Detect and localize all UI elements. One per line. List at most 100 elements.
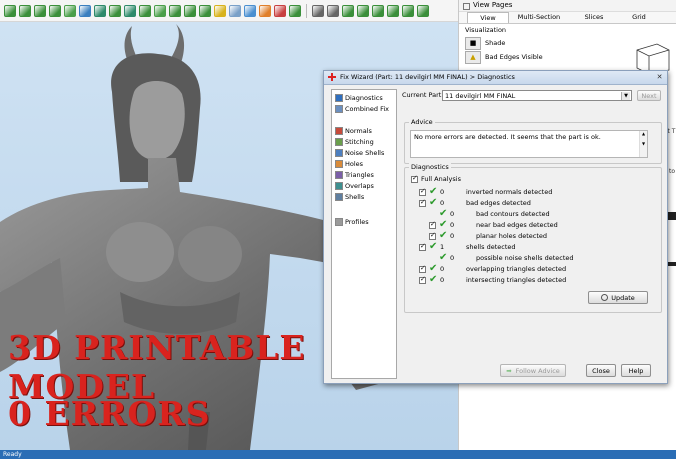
toolbar-tool-icon[interactable] (139, 4, 151, 17)
follow-advice-button[interactable]: ➡ Follow Advice (500, 364, 566, 377)
diagnostic-checkbox[interactable] (429, 220, 436, 229)
toolbar-tool-icon[interactable] (244, 4, 256, 17)
diagnostic-row[interactable]: ✔0 bad edges detected (419, 198, 531, 208)
nav-item-shells[interactable]: Shells (332, 191, 364, 202)
close-icon[interactable]: ✕ (655, 73, 664, 81)
toolbar-tool-icon[interactable] (327, 4, 339, 17)
update-button[interactable]: Update (588, 291, 648, 304)
tab-slices[interactable]: Slices (569, 12, 619, 23)
nav-item-label: Profiles (345, 217, 369, 226)
nav-item-holes[interactable]: Holes (332, 158, 363, 169)
toolbar-tool-icon[interactable] (274, 4, 286, 17)
toolbar-tool-icon[interactable] (402, 4, 414, 17)
nav-item-normals[interactable]: Normals (332, 125, 372, 136)
diagnostic-count: 0 (450, 221, 455, 229)
diagnostic-count: 0 (440, 199, 445, 207)
toolbar-tool-icon[interactable] (342, 4, 354, 17)
nav-item-combined-fix[interactable]: Combined Fix (332, 103, 389, 114)
diagnostic-checkbox[interactable] (419, 264, 426, 273)
check-ok-icon: ✔ (429, 274, 438, 285)
nav-item-noise-shells[interactable]: Noise Shells (332, 147, 384, 158)
diagnostic-label: planar holes detected (476, 232, 548, 240)
toolbar-tool-icon[interactable] (199, 4, 211, 17)
diagnostic-row[interactable]: ✔1 shells detected (419, 242, 516, 252)
diagnostic-row[interactable]: ✔0 overlapping triangles detected (419, 264, 566, 274)
diagnostic-row[interactable]: ✔0 near bad edges detected (429, 220, 558, 230)
diagnostic-checkbox[interactable] (429, 231, 436, 240)
shade-label: Shade (485, 39, 506, 47)
nav-item-label: Overlaps (345, 181, 374, 190)
toolbar-tool-icon[interactable] (387, 4, 399, 17)
full-analysis-checkbox[interactable] (411, 174, 418, 183)
toolbar-tool-icon[interactable] (312, 4, 324, 17)
overlaps-icon (335, 181, 343, 190)
toolbar-tool-icon[interactable] (34, 4, 46, 17)
close-button[interactable]: Close (586, 364, 616, 377)
tab-view[interactable]: View (467, 12, 509, 23)
nav-item-label: Triangles (345, 170, 374, 179)
diagnostic-row[interactable]: ✔0 inverted normals detected (419, 187, 552, 197)
chevron-down-icon[interactable]: ▼ (621, 92, 630, 100)
help-button[interactable]: Help (621, 364, 651, 377)
current-part-select[interactable]: 11 devilgirl MM FINAL ▼ (442, 90, 632, 101)
nav-item-label: Normals (345, 126, 372, 135)
toolbar-tool-icon[interactable] (109, 4, 121, 17)
toolbar-tool-icon[interactable] (49, 4, 61, 17)
nav-item-diagnostics[interactable]: Diagnostics (332, 92, 383, 103)
panel-bar-2 (667, 262, 676, 266)
diagnostic-checkbox[interactable] (419, 275, 426, 284)
tab-multi-section[interactable]: Multi-Section (509, 12, 569, 23)
diagnostic-row[interactable]: ✔0 intersecting triangles detected (419, 275, 566, 285)
current-part-label: Current Part: (402, 91, 444, 99)
combined-fix-icon (335, 104, 343, 113)
toolbar-tool-icon[interactable] (417, 4, 429, 17)
diagnostic-label: near bad edges detected (476, 221, 558, 229)
full-analysis-row[interactable]: Full Analysis (411, 174, 461, 184)
bad-edges-icon[interactable]: ▲ (465, 50, 481, 64)
toolbar-tool-icon[interactable] (229, 4, 241, 17)
toolbar-tool-icon[interactable] (214, 4, 226, 17)
panel-toggle-icon[interactable] (463, 3, 470, 10)
diagnostic-count: 0 (450, 210, 455, 218)
diagnostic-checkbox[interactable] (419, 198, 426, 207)
holes-icon (335, 159, 343, 168)
diagnostic-row[interactable]: ✔0 planar holes detected (429, 231, 547, 241)
toolbar-tool-icon[interactable] (124, 4, 136, 17)
toolbar-tool-icon[interactable] (357, 4, 369, 17)
dialog-title-bar[interactable]: Fix Wizard (Part: 11 devilgirl MM FINAL)… (324, 71, 667, 85)
shade-icon[interactable]: ■ (465, 36, 481, 50)
advice-scrollbar[interactable]: ▲ ▼ (639, 131, 647, 157)
diagnostic-checkbox[interactable] (419, 242, 426, 251)
nav-item-overlaps[interactable]: Overlaps (332, 180, 374, 191)
next-button[interactable]: Next (637, 90, 661, 101)
check-ok-icon: ✔ (429, 263, 438, 274)
check-ok-icon: ✔ (439, 208, 448, 219)
update-icon (601, 294, 609, 301)
toolbar-tool-icon[interactable] (169, 4, 181, 17)
nav-item-stitching[interactable]: Stitching (332, 136, 374, 147)
toolbar-tool-icon[interactable] (372, 4, 384, 17)
toolbar-tool-icon[interactable] (19, 4, 31, 17)
triangles-icon (335, 170, 343, 179)
diagnostic-checkbox[interactable] (419, 187, 426, 196)
toolbar-tool-icon[interactable] (4, 4, 16, 17)
full-analysis-label: Full Analysis (421, 175, 461, 183)
nav-item-triangles[interactable]: Triangles (332, 169, 374, 180)
toolbar-tool-icon[interactable] (259, 4, 271, 17)
fix-wizard-dialog: Fix Wizard (Part: 11 devilgirl MM FINAL)… (323, 70, 668, 384)
diagnostic-row: ✔ 0 possible noise shells detected (429, 253, 574, 263)
toolbar-separator (306, 3, 307, 18)
tab-grid[interactable]: Grid (619, 12, 659, 23)
check-ok-icon: ✔ (429, 241, 438, 252)
nav-item-profiles[interactable]: Profiles (332, 216, 369, 227)
toolbar-tool-icon[interactable] (289, 4, 301, 17)
toolbar-tool-icon[interactable] (79, 4, 91, 17)
toolbar-tool-icon[interactable] (184, 4, 196, 17)
diagnostic-label: inverted normals detected (466, 188, 553, 196)
main-toolbar (0, 0, 458, 22)
toolbar-tool-icon[interactable] (64, 4, 76, 17)
toolbar-tool-icon[interactable] (94, 4, 106, 17)
toolbar-tool-icon[interactable] (154, 4, 166, 17)
diagnostic-count: 0 (450, 232, 455, 240)
diagnostic-label: shells detected (466, 243, 516, 251)
